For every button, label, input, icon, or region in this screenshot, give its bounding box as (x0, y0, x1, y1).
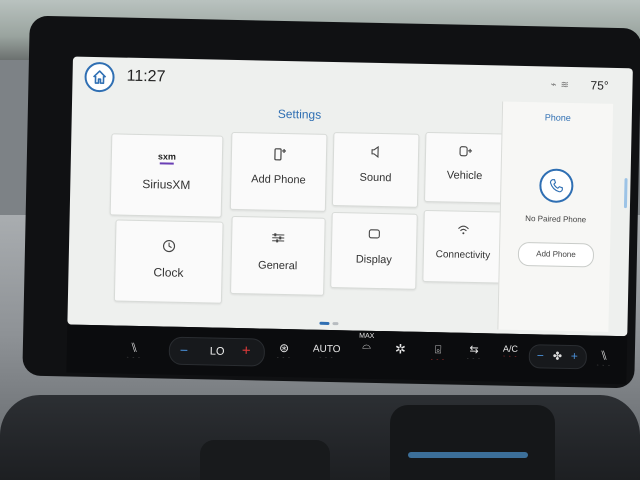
status-icons: ⌁≋ (550, 80, 573, 91)
fan-speed-control[interactable]: − ✤ + (528, 344, 588, 370)
tile-vehicle[interactable]: Vehicle (424, 131, 506, 204)
tile-label: Display (355, 253, 392, 267)
siriusxm-icon: sxm (158, 151, 176, 165)
auto-climate-button[interactable]: AUTO - - - (313, 344, 341, 362)
tile-clock[interactable]: Clock (113, 219, 224, 304)
fan-mode-button[interactable]: ✲ (395, 341, 406, 357)
ac-button[interactable]: A/C - - - (503, 344, 518, 360)
recirculation-button[interactable]: ⇆ - - - (467, 343, 482, 362)
tile-siriusxm[interactable]: sxm SiriusXM (109, 133, 224, 218)
phone-status: No Paired Phone (525, 214, 587, 225)
seat-icon: ⑊ (599, 347, 609, 363)
seat-icon: ⑊ (130, 339, 139, 355)
phone-panel-title: Phone (544, 112, 571, 123)
speaker-icon (370, 145, 382, 161)
steering-wheel-icon: ⊛ (278, 340, 290, 356)
recirculation-icon: ⇆ (469, 343, 479, 357)
tile-label: SiriusXM (142, 177, 191, 193)
steering-heat-button[interactable]: ⊛ - - - (277, 341, 292, 361)
temp-left-value: LO (209, 345, 225, 358)
temp-increase-button[interactable]: + (242, 342, 251, 359)
outside-temperature: 75° (590, 78, 609, 93)
clock-time: 11:27 (126, 67, 166, 86)
tile-connectivity[interactable]: Connectivity (422, 209, 504, 284)
tile-sound[interactable]: Sound (331, 132, 420, 208)
wifi-icon (457, 224, 469, 238)
wifi-icon: ≋ (560, 79, 574, 92)
tile-display[interactable]: Display (330, 211, 418, 290)
sliders-icon (271, 232, 285, 247)
tile-label: Vehicle (446, 169, 483, 183)
tile-label: Connectivity (435, 249, 491, 262)
fan-decrease-button[interactable]: − (537, 348, 544, 362)
seat-heat-left-button[interactable]: ⑊ - - - (127, 340, 142, 361)
tile-general[interactable]: General (230, 215, 326, 296)
display-icon (368, 228, 380, 242)
max-defrost-button[interactable]: MAX ⌓ (359, 333, 374, 353)
touch-screen: 11:27 ⌁≋ 75° Settings sxm SiriusXM Add P… (67, 56, 633, 337)
scrollbar[interactable] (623, 178, 628, 209)
add-phone-button[interactable]: Add Phone (517, 241, 595, 268)
auto-label: AUTO (312, 343, 341, 356)
phone-panel: Phone No Paired Phone Add Phone (497, 101, 614, 332)
signal-icon: ⌁ (550, 79, 561, 91)
fan-person-icon: ✲ (394, 341, 406, 357)
clock-icon (162, 239, 176, 255)
vehicle-icon (458, 144, 473, 161)
settings-title: Settings (277, 106, 322, 122)
air-vent-left (200, 440, 330, 480)
phone-add-icon (272, 148, 287, 165)
phone-button[interactable] (539, 168, 574, 204)
home-icon (93, 70, 107, 84)
tile-label: Clock (153, 265, 184, 280)
display-bezel: 11:27 ⌁≋ 75° Settings sxm SiriusXM Add P… (22, 15, 640, 389)
front-defrost-button[interactable]: ⌻ - - - (431, 344, 446, 363)
tile-label: General (257, 259, 298, 273)
tile-add-phone[interactable]: Add Phone (229, 131, 328, 212)
phone-icon (549, 179, 563, 193)
temperature-control-left[interactable]: − LO + (168, 336, 266, 367)
temp-decrease-button[interactable]: − (180, 342, 189, 358)
front-defrost-icon: ⌻ (434, 344, 442, 357)
seat-heat-right-button[interactable]: ⑊ - - - (597, 348, 612, 369)
home-button[interactable] (84, 61, 115, 93)
fan-icon: ✤ (552, 350, 563, 363)
defrost-icon: ⌓ (362, 339, 372, 352)
fan-increase-button[interactable]: + (571, 349, 578, 363)
ac-label: A/C (502, 343, 519, 354)
air-vent-right (390, 405, 555, 480)
tile-label: Add Phone (251, 173, 306, 187)
page-indicator (319, 312, 341, 330)
tile-label: Sound (359, 171, 392, 185)
vent-accent-light (408, 452, 528, 458)
